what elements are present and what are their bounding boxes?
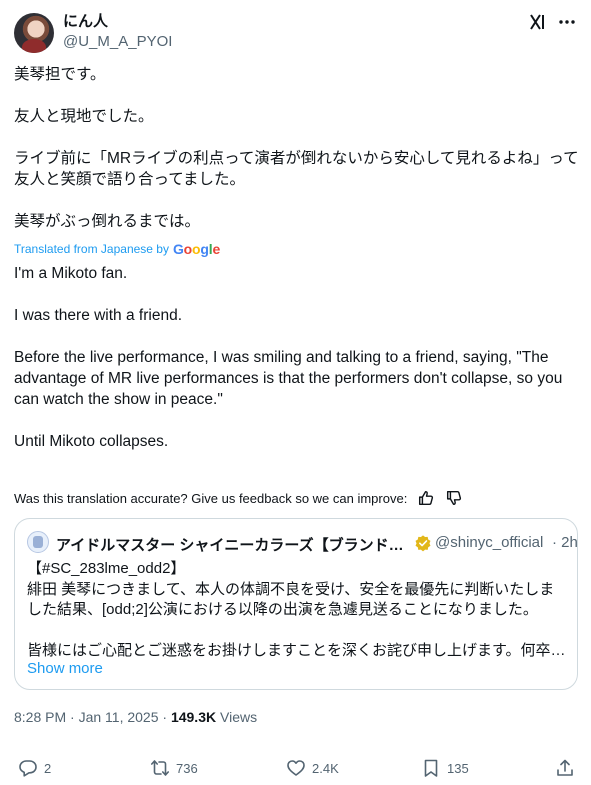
tweet-header: にん人 @U_M_A_PYOI [14, 12, 577, 54]
reply-button[interactable]: 2 [18, 757, 51, 779]
action-bar: 2 736 2.4K 135 [18, 757, 575, 779]
retweet-count: 736 [176, 760, 198, 776]
translated-label[interactable]: Translated from Japanese by [14, 242, 169, 256]
share-button[interactable] [555, 757, 581, 779]
author-handle[interactable]: @U_M_A_PYOI [63, 33, 172, 51]
grok-icon[interactable] [528, 12, 548, 32]
quoted-author-name[interactable]: アイドルマスター シャイニーカラーズ【ブランド公式】 [56, 534, 410, 555]
meta-separator: · [162, 709, 168, 725]
translation-feedback: Was this translation accurate? Give us f… [14, 488, 463, 508]
tweet-translated-text: I'm a Mikoto fan. I was there with a fri… [14, 265, 563, 450]
author-display-name[interactable]: にん人 [63, 13, 108, 31]
like-count: 2.4K [312, 760, 339, 776]
verified-badge-icon [415, 535, 431, 552]
author-avatar[interactable] [14, 13, 54, 53]
like-button[interactable]: 2.4K [286, 757, 339, 779]
thumbs-up-icon[interactable] [417, 489, 435, 507]
thumbs-down-icon[interactable] [445, 489, 463, 507]
like-icon [287, 760, 305, 776]
bookmark-count: 135 [447, 760, 469, 776]
quoted-tweet[interactable]: アイドルマスター シャイニーカラーズ【ブランド公式】 @shinyc_offic… [14, 518, 578, 690]
quoted-text: 【#SC_283lme_odd2】 緋田 美琴につきまして、本人の体調不良を受け… [27, 560, 566, 659]
reply-icon [19, 760, 37, 777]
retweet-button[interactable]: 736 [150, 757, 198, 779]
reply-count: 2 [44, 760, 52, 776]
show-more-link[interactable]: Show more [27, 660, 103, 677]
tweet-timestamp[interactable]: 8:28 PM · Jan 11, 2025 [14, 709, 159, 725]
tweet-original-text: 美琴担です。 友人と現地でした。 ライブ前に「MRライブの利点って演者が倒れない… [14, 66, 579, 230]
more-icon[interactable] [557, 12, 577, 32]
tweet-body: 美琴担です。 友人と現地でした。 ライブ前に「MRライブの利点って演者が倒れない… [14, 64, 579, 452]
google-logo: Google [172, 241, 221, 257]
quoted-author-handle[interactable]: @shinyc_official [435, 534, 547, 551]
views-label: Views [220, 709, 258, 725]
feedback-prompt: Was this translation accurate? Give us f… [14, 490, 408, 506]
share-icon [557, 759, 573, 776]
quoted-author-avatar[interactable] [27, 531, 49, 553]
retweet-icon [151, 760, 169, 776]
quoted-time[interactable]: · 2h [552, 534, 578, 551]
tweet-meta: 8:28 PM · Jan 11, 2025 · 149.3K Views [14, 709, 257, 725]
translation-attribution: Translated from Japanese by Google [14, 241, 579, 257]
views-count[interactable]: 149.3K [171, 709, 216, 725]
bookmark-button[interactable]: 135 [421, 757, 469, 779]
bookmark-icon [424, 759, 438, 777]
